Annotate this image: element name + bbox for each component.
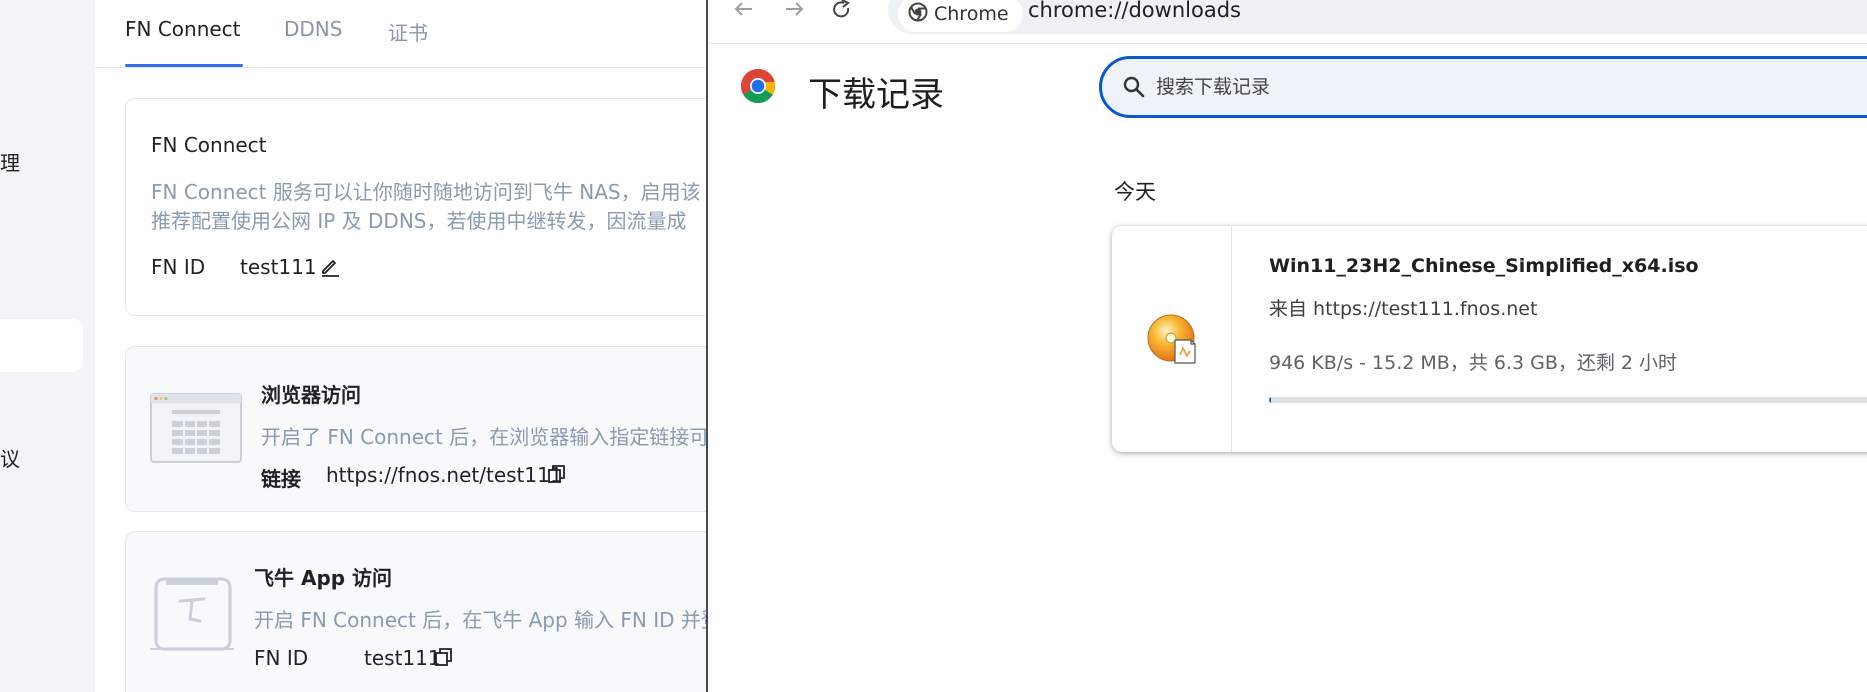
download-progress-bar [1269, 397, 1867, 403]
browser-window-icon [150, 393, 242, 463]
download-status: 946 KB/s - 15.2 MB，共 6.3 GB，还剩 2 小时 [1269, 352, 1678, 374]
sidebar-item-fragment[interactable]: 议 [0, 443, 20, 472]
search-icon [1122, 75, 1146, 99]
phone-app-icon [150, 577, 234, 651]
search-box[interactable] [1099, 56, 1867, 118]
card-description: 开启 FN Connect 后，在飞牛 App 输入 FN ID 并登 [254, 608, 721, 632]
active-tab-indicator [125, 64, 243, 67]
copy-icon[interactable] [546, 463, 568, 485]
sidebar-item-fragment[interactable]: 理 [0, 147, 20, 176]
download-file-name[interactable]: Win11_23H2_Chinese_Simplified_x64.iso [1269, 255, 1699, 277]
fn-id-value: test111 [364, 646, 441, 670]
date-group-label: 今天 [1114, 180, 1156, 204]
browser-access-card: 浏览器访问 开启了 FN Connect 后，在浏览器输入指定链接可 链接 ht… [125, 346, 745, 512]
app-access-card: 飞牛 App 访问 开启 FN Connect 后，在飞牛 App 输入 FN … [125, 531, 745, 692]
downloads-header: 下载记录 [708, 44, 1867, 134]
chrome-window: Chrome chrome://downloads 下载记录 今天 [706, 0, 1867, 692]
fn-connect-card: FN Connect FN Connect 服务可以让你随时随地访问到飞牛 NA… [125, 98, 745, 316]
fn-id-label: FN ID [254, 646, 309, 670]
address-bar[interactable]: Chrome chrome://downloads [888, 0, 1867, 34]
link-value[interactable]: https://fnos.net/test111 [326, 463, 563, 487]
chrome-logo-icon [740, 68, 776, 104]
url-text[interactable]: chrome://downloads [1028, 0, 1241, 22]
fn-id-value: test111 [240, 255, 317, 279]
tab-bar: FN Connect DDNS 证书 [95, 0, 707, 68]
chrome-logo-icon [908, 2, 928, 27]
site-info-chip[interactable]: Chrome [898, 0, 1023, 32]
settings-main-panel: FN Connect DDNS 证书 FN Connect FN Connect… [95, 0, 745, 692]
link-label: 链接 [261, 467, 301, 491]
sidebar: 理 议 [0, 0, 95, 692]
card-description: 开启了 FN Connect 后，在浏览器输入指定链接可 [261, 425, 710, 449]
card-description: FN Connect 服务可以让你随时随地访问到飞牛 NAS，启用该 [151, 180, 701, 204]
download-item: Win11_23H2_Chinese_Simplified_x64.iso 来自… [1112, 226, 1867, 452]
search-input[interactable] [1156, 72, 1756, 102]
download-progress-fill [1269, 397, 1271, 403]
card-title: 飞牛 App 访问 [254, 566, 393, 590]
card-title: FN Connect [151, 133, 267, 157]
download-source[interactable]: 来自 https://test111.fnos.net [1269, 294, 1537, 321]
download-icon-column [1112, 226, 1232, 452]
reload-icon[interactable] [828, 0, 856, 22]
back-arrow-icon[interactable] [730, 0, 758, 22]
tab-fn-connect[interactable]: FN Connect [125, 17, 241, 41]
card-title: 浏览器访问 [261, 383, 361, 407]
chip-label: Chrome [934, 3, 1009, 25]
edit-icon[interactable] [319, 255, 341, 277]
disc-file-icon [1147, 314, 1197, 364]
forward-arrow-icon[interactable] [780, 0, 808, 22]
tab-certificate[interactable]: 证书 [388, 17, 428, 46]
tab-ddns[interactable]: DDNS [284, 17, 342, 41]
sidebar-item-active[interactable] [0, 319, 83, 372]
browser-toolbar: Chrome chrome://downloads [708, 0, 1867, 44]
copy-icon[interactable] [433, 646, 455, 668]
page-title: 下载记录 [808, 75, 944, 115]
card-description: 推荐配置使用公网 IP 及 DDNS，若使用中继转发，因流量成 [151, 209, 687, 233]
fn-id-label: FN ID [151, 255, 206, 279]
